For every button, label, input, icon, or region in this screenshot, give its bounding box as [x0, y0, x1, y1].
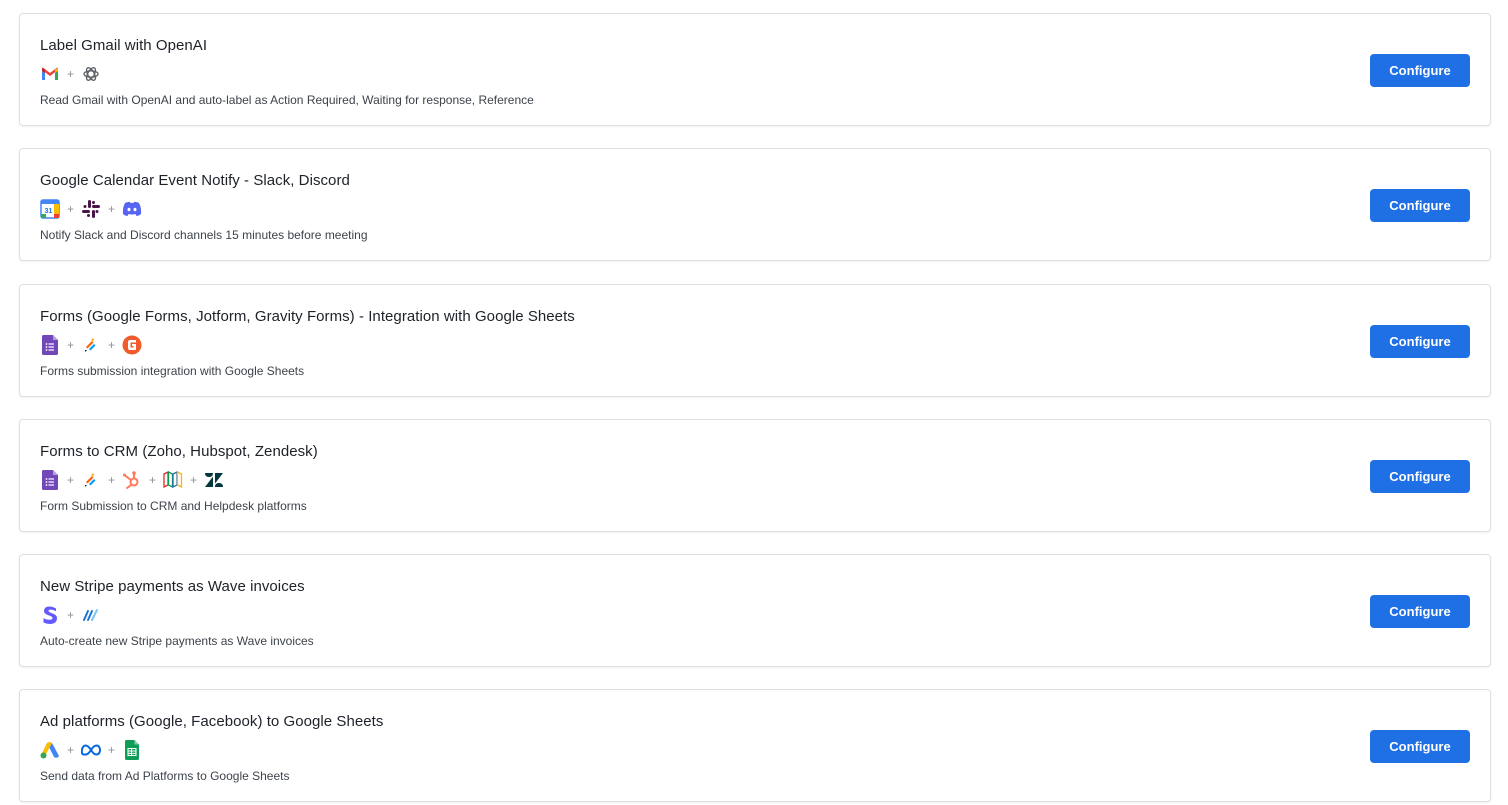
plus-separator: +: [190, 473, 198, 487]
configure-button[interactable]: Configure: [1370, 189, 1470, 222]
workflow-title: New Stripe payments as Wave invoices: [40, 578, 305, 595]
plus-separator: +: [108, 202, 116, 216]
workflow-card-forms-sheets: Forms (Google Forms, Jotform, Gravity Fo…: [19, 284, 1491, 397]
wave-icon: [81, 605, 101, 625]
stripe-icon: [40, 605, 60, 625]
configure-button[interactable]: Configure: [1370, 595, 1470, 628]
discord-icon: [122, 199, 142, 219]
workflow-description: Send data from Ad Platforms to Google Sh…: [40, 769, 290, 783]
plus-separator: +: [67, 473, 75, 487]
zoho-icon: [163, 470, 183, 490]
workflow-card-stripe-wave: New Stripe payments as Wave invoices + A…: [19, 554, 1491, 667]
openai-icon: [81, 64, 101, 84]
app-icons: + +: [40, 335, 142, 355]
configure-button[interactable]: Configure: [1370, 460, 1470, 493]
configure-button[interactable]: Configure: [1370, 325, 1470, 358]
google-sheets-icon: [122, 740, 142, 760]
plus-separator: +: [108, 338, 116, 352]
configure-button[interactable]: Configure: [1370, 54, 1470, 87]
gmail-icon: [40, 64, 60, 84]
workflow-card-forms-crm: Forms to CRM (Zoho, Hubspot, Zendesk) +: [19, 419, 1491, 532]
plus-separator: +: [108, 473, 116, 487]
jotform-icon: [81, 470, 101, 490]
app-icons: +: [40, 605, 101, 625]
workflow-description: Form Submission to CRM and Helpdesk plat…: [40, 499, 307, 513]
gravity-forms-icon: [122, 335, 142, 355]
workflow-title: Label Gmail with OpenAI: [40, 37, 208, 54]
workflow-description: Read Gmail with OpenAI and auto-label as…: [40, 93, 534, 107]
workflow-title: Ad platforms (Google, Facebook) to Googl…: [40, 713, 384, 730]
app-icons: + +: [40, 470, 224, 490]
plus-separator: +: [67, 202, 75, 216]
plus-separator: +: [67, 608, 75, 622]
hubspot-icon: [122, 470, 142, 490]
plus-separator: +: [67, 743, 75, 757]
jotform-icon: [81, 335, 101, 355]
slack-icon: [81, 199, 101, 219]
app-icons: +: [40, 64, 101, 84]
plus-separator: +: [67, 338, 75, 352]
workflow-title: Forms to CRM (Zoho, Hubspot, Zendesk): [40, 443, 318, 460]
app-icons: + +: [40, 740, 142, 760]
workflow-description: Notify Slack and Discord channels 15 min…: [40, 228, 368, 242]
workflow-card-label-gmail: Label Gmail with OpenAI + Read Gmail wit…: [19, 13, 1491, 126]
calendar-date-text: 31: [45, 208, 53, 215]
google-forms-icon: [40, 470, 60, 490]
workflow-title: Google Calendar Event Notify - Slack, Di…: [40, 172, 350, 189]
app-icons: 31 + +: [40, 199, 142, 219]
google-calendar-icon: 31: [40, 199, 60, 219]
workflow-card-calendar-notify: Google Calendar Event Notify - Slack, Di…: [19, 148, 1491, 261]
plus-separator: +: [108, 743, 116, 757]
workflow-card-ads-sheets: Ad platforms (Google, Facebook) to Googl…: [19, 689, 1491, 802]
plus-separator: +: [149, 473, 157, 487]
meta-icon: [81, 740, 102, 760]
workflow-description: Forms submission integration with Google…: [40, 364, 305, 378]
workflow-list: Label Gmail with OpenAI + Read Gmail wit…: [0, 0, 1508, 805]
configure-button[interactable]: Configure: [1370, 730, 1470, 763]
google-forms-icon: [40, 335, 60, 355]
zendesk-icon: [204, 470, 224, 490]
workflow-title: Forms (Google Forms, Jotform, Gravity Fo…: [40, 308, 575, 325]
plus-separator: +: [67, 67, 75, 81]
google-ads-icon: [40, 740, 60, 760]
workflow-description: Auto-create new Stripe payments as Wave …: [40, 634, 314, 648]
